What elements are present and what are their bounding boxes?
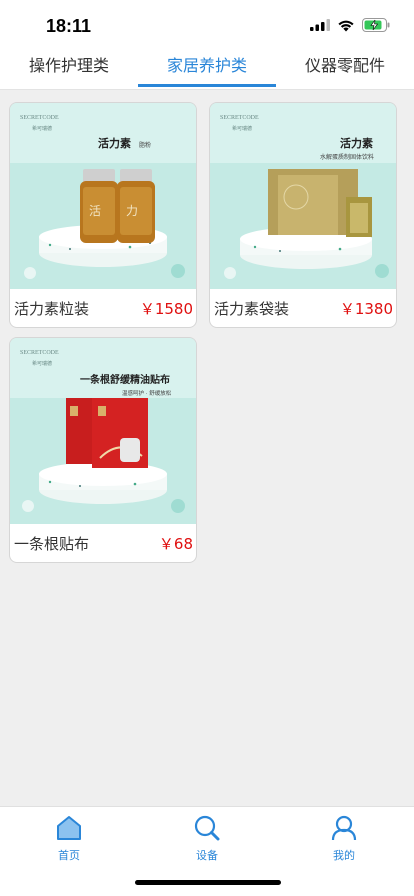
- battery-charging-icon: [362, 18, 390, 32]
- image-title: 活力素: [98, 136, 131, 150]
- nav-item-home[interactable]: 首页: [34, 815, 104, 863]
- product-price: ￥1380: [339, 300, 393, 318]
- product-card[interactable]: SECRETCODE 希可瑞德 活力素 水解蛋质制固体饮料 活力素袋装 ￥138…: [209, 102, 397, 328]
- product-price: ￥1580: [139, 300, 193, 318]
- image-title-small: 脂粉: [139, 141, 151, 149]
- svg-text:活: 活: [89, 204, 101, 218]
- product-price: ￥68: [158, 535, 193, 553]
- brand-logo-text: SECRETCODE: [220, 115, 259, 121]
- product-image: SECRETCODE 希可瑞德 一条根舒缓精油贴布 温感呵护 · 舒缓放松: [10, 338, 196, 524]
- brand-logo-cn: 希可瑞德: [232, 125, 252, 132]
- product-card[interactable]: SECRETCODE 希可瑞德 一条根舒缓精油贴布 温感呵护 · 舒缓放松 一条…: [9, 337, 197, 563]
- image-subtitle: 温感呵护 · 舒缓放松: [122, 389, 172, 397]
- tab-care-operations[interactable]: 操作护理类: [29, 52, 109, 76]
- status-time: 18:11: [46, 16, 92, 36]
- product-image: SECRETCODE 希可瑞德 活力素 脂粉 活 力: [10, 103, 196, 289]
- nav-label: 我的: [333, 849, 355, 862]
- product-name: 活力素袋装: [214, 300, 290, 318]
- image-title: 活力素: [340, 136, 373, 150]
- product-name: 活力素粒装: [14, 300, 90, 318]
- category-tabs: 操作护理类 家居养护类 仪器零配件: [0, 48, 414, 90]
- wifi-icon: [338, 20, 354, 31]
- status-bar: 18:11: [0, 0, 414, 48]
- active-tab-indicator: [138, 84, 276, 87]
- brand-logo-text: SECRETCODE: [20, 350, 59, 356]
- search-icon: [194, 815, 220, 841]
- image-title: 一条根舒缓精油贴布: [80, 373, 170, 386]
- svg-text:力: 力: [126, 204, 138, 218]
- nav-item-profile[interactable]: 我的: [309, 815, 379, 863]
- brand-logo-cn: 希可瑞德: [32, 360, 52, 367]
- home-icon: [57, 816, 81, 840]
- home-indicator: [135, 880, 281, 885]
- brand-logo-cn: 希可瑞德: [32, 125, 52, 132]
- product-name: 一条根贴布: [14, 535, 90, 553]
- nav-label: 设备: [196, 849, 218, 862]
- brand-logo-text: SECRETCODE: [20, 115, 59, 121]
- status-icons: [310, 18, 390, 32]
- image-subtitle: 水解蛋质制固体饮料: [320, 153, 374, 161]
- tab-home-care[interactable]: 家居养护类: [167, 52, 247, 76]
- nav-item-devices[interactable]: 设备: [172, 815, 242, 863]
- tab-instrument-parts[interactable]: 仪器零配件: [305, 52, 385, 76]
- user-icon: [331, 815, 357, 841]
- nav-label: 首页: [58, 849, 80, 862]
- product-card[interactable]: SECRETCODE 希可瑞德 活力素 脂粉 活 力 活力素粒装 ￥1580: [9, 102, 197, 328]
- signal-icon: [310, 19, 330, 31]
- product-image: SECRETCODE 希可瑞德 活力素 水解蛋质制固体饮料: [210, 103, 396, 289]
